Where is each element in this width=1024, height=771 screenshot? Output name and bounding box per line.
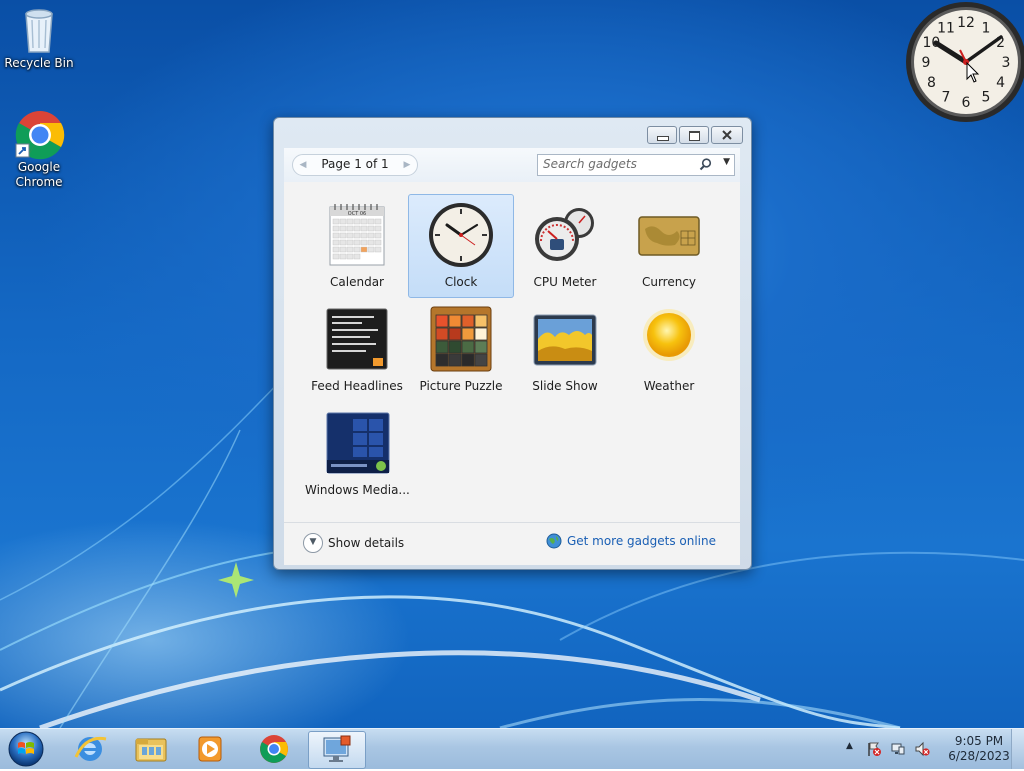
clock-numeral: 12	[957, 15, 975, 31]
system-tray: ▲ 9:05 PM 6/28/2023	[842, 729, 1024, 769]
gallery-toolbar: ◀ Page 1 of 1 ▶ ▼	[284, 148, 740, 183]
gadget-gallery-window[interactable]: ◀ Page 1 of 1 ▶ ▼	[273, 117, 752, 570]
taskbar-media-player[interactable]	[182, 731, 238, 767]
minimize-icon	[657, 136, 669, 141]
gadget-name: Picture Puzzle	[419, 379, 503, 393]
taskbar-date: 6/28/2023	[948, 749, 1010, 763]
internet-explorer-icon	[74, 736, 107, 761]
globe-icon	[546, 533, 562, 549]
get-more-gadgets-label: Get more gadgets online	[566, 534, 716, 548]
recycle-bin-label: Recycle Bin	[4, 56, 74, 70]
taskbar-time: 9:05 PM	[954, 734, 1004, 748]
gadget-name: Feed Headlines	[311, 379, 403, 393]
gadget-name: Currency	[641, 275, 697, 289]
clock-numeral: 9	[922, 55, 931, 71]
gadget-picture-puzzle[interactable]: Picture Puzzle	[408, 298, 514, 402]
chrome-icon	[260, 735, 288, 763]
restore-button[interactable]	[679, 126, 709, 144]
show-desktop-button[interactable]	[1011, 729, 1024, 769]
gadget-slide-show[interactable]: Slide Show	[512, 298, 618, 402]
desktop-icon-google-chrome[interactable]: Google Chrome	[1, 110, 77, 190]
gadget-gallery-icon	[323, 735, 351, 762]
taskbar-internet-explorer[interactable]	[62, 731, 118, 767]
network-icon[interactable]	[890, 741, 906, 757]
gadget-cpu-meter[interactable]: CPU Meter	[512, 194, 618, 298]
search-icon[interactable]	[699, 158, 712, 171]
cpu-meter-gadget-icon	[531, 201, 599, 269]
search-dropdown-chevron-icon[interactable]: ▼	[723, 157, 730, 167]
clock-numeral: 5	[982, 90, 991, 106]
show-details-button[interactable]: ▼ Show details	[303, 533, 404, 553]
chevron-down-icon: ▼	[303, 533, 323, 553]
desktop[interactable]: Recycle Bin Google Chrome 12 1 2 3 4 5 6 7 8 9 10 1…	[0, 0, 1024, 728]
folder-icon	[135, 738, 167, 762]
gadget-weather[interactable]: Weather	[616, 298, 722, 402]
clock-numeral: 6	[962, 95, 971, 111]
search-gadgets-input[interactable]	[538, 155, 698, 173]
gadget-calendar[interactable]: OCT 06 Calendar	[304, 194, 410, 298]
gadget-name: CPU Meter	[533, 275, 597, 289]
taskbar-google-chrome[interactable]	[246, 731, 302, 767]
media-player-icon	[198, 736, 222, 762]
gadget-name: Windows Media...	[305, 483, 410, 497]
windows-media-gadget-icon	[323, 409, 391, 477]
gadget-grid: OCT 06 Calendar Clock CPU Meter Currency…	[284, 182, 740, 522]
google-chrome-label: Google Chrome	[15, 160, 63, 189]
gadget-windows-media-center[interactable]: Windows Media...	[304, 402, 410, 506]
volume-muted-icon[interactable]	[914, 741, 930, 757]
chrome-icon	[15, 110, 65, 160]
taskbar-windows-explorer[interactable]	[122, 731, 178, 767]
page-label: Page 1 of 1	[321, 157, 389, 171]
desktop-clock-gadget[interactable]: 12 1 2 3 4 5 6 7 8 9 10 11	[904, 0, 1024, 124]
gallery-footer: ▼ Show details Get more gadgets online	[284, 522, 740, 565]
feed-headlines-gadget-icon	[323, 305, 391, 373]
gadget-name: Weather	[643, 379, 695, 393]
start-button[interactable]	[6, 730, 46, 768]
minimize-button[interactable]	[647, 126, 677, 144]
gadget-currency[interactable]: Currency	[616, 194, 722, 298]
get-more-gadgets-link[interactable]: Get more gadgets online	[546, 533, 716, 549]
clock-numeral: 7	[942, 90, 951, 106]
window-controls	[647, 126, 743, 144]
clock-numeral: 11	[937, 20, 955, 36]
gadget-feed-headlines[interactable]: Feed Headlines	[304, 298, 410, 402]
clock-numeral: 3	[1002, 55, 1011, 71]
taskbar: ▲ 9:05 PM 6/28/2023	[0, 728, 1024, 769]
previous-page-button[interactable]: ◀	[294, 156, 312, 174]
taskbar-clock[interactable]: 9:05 PM 6/28/2023	[948, 734, 1010, 764]
weather-gadget-icon	[635, 305, 703, 373]
show-details-label: Show details	[328, 536, 405, 550]
search-box: ▼	[537, 154, 735, 176]
chevron-left-icon: ◀	[299, 160, 307, 170]
clock-numeral: 8	[927, 75, 936, 91]
taskbar-gadget-gallery[interactable]	[308, 731, 366, 769]
gadget-name: Calendar	[330, 275, 384, 289]
calendar-thumb-month: OCT 06	[348, 211, 366, 217]
clock-gadget-icon	[427, 201, 495, 269]
gadget-name: Slide Show	[532, 379, 598, 393]
desktop-icon-recycle-bin[interactable]: Recycle Bin	[1, 6, 77, 71]
clock-numeral: 1	[982, 20, 991, 36]
page-navigator: ◀ Page 1 of 1 ▶	[292, 154, 418, 176]
chevron-right-icon: ▶	[403, 160, 411, 170]
show-hidden-icons-button[interactable]: ▲	[846, 741, 853, 751]
gadget-name: Clock	[444, 275, 478, 289]
currency-gadget-icon	[635, 201, 703, 269]
calendar-gadget-icon: OCT 06	[323, 201, 391, 269]
picture-puzzle-gadget-icon	[427, 305, 495, 373]
gadget-clock[interactable]: Clock	[408, 194, 514, 298]
windows-orb-icon	[8, 731, 44, 767]
next-page-button[interactable]: ▶	[398, 156, 416, 174]
mouse-cursor-icon	[966, 62, 980, 83]
action-center-flag-icon[interactable]	[866, 741, 882, 757]
close-icon	[722, 130, 732, 140]
restore-icon	[689, 131, 700, 141]
close-button[interactable]	[711, 126, 743, 144]
clock-numeral: 4	[996, 75, 1005, 91]
slide-show-gadget-icon	[531, 305, 599, 373]
recycle-bin-icon	[15, 6, 63, 54]
